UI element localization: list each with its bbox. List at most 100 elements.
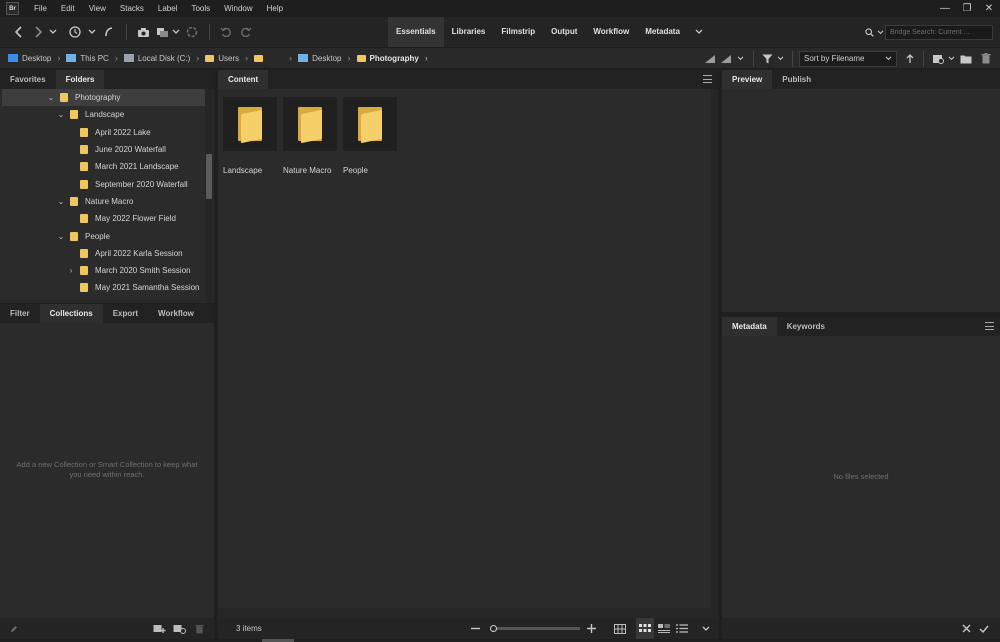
recent-clock-icon[interactable] — [64, 17, 86, 47]
menu-stacks[interactable]: Stacks — [113, 0, 151, 17]
chevron-down-icon[interactable]: ⌄ — [46, 93, 56, 102]
thumbnail-label[interactable]: Landscape — [223, 166, 262, 175]
chevron-down-icon[interactable] — [946, 48, 956, 69]
tab-keywords[interactable]: Keywords — [777, 317, 835, 336]
slider-handle[interactable] — [490, 625, 497, 632]
panel-menu-icon[interactable] — [985, 322, 994, 330]
folder-thumbnail-nature-macro[interactable] — [283, 97, 337, 151]
zoom-out-icon[interactable] — [468, 618, 482, 639]
rotate-right-icon[interactable] — [236, 17, 256, 47]
folder-thumbnail-landscape[interactable] — [223, 97, 277, 151]
tab-collections[interactable]: Collections — [39, 304, 103, 323]
tree-item[interactable]: ⌄ Landscape — [2, 106, 205, 123]
breadcrumb-local-disk[interactable]: Local Disk (C:) › — [123, 48, 205, 69]
menu-view[interactable]: View — [82, 0, 113, 17]
menu-label[interactable]: Label — [151, 0, 185, 17]
workspace-more-icon[interactable] — [688, 17, 710, 47]
tab-favorites[interactable]: Favorites — [0, 70, 56, 89]
thumbnail-label[interactable]: People — [343, 166, 368, 175]
chevron-down-icon[interactable] — [46, 17, 60, 47]
back-icon[interactable] — [8, 17, 30, 47]
workspace-output[interactable]: Output — [543, 17, 585, 47]
tab-folders[interactable]: Folders — [55, 70, 105, 89]
chevron-down-icon[interactable] — [774, 48, 786, 69]
chevron-down-icon[interactable] — [171, 17, 181, 47]
grid-lock-icon[interactable] — [612, 618, 628, 639]
workspace-filmstrip[interactable]: Filmstrip — [493, 17, 543, 47]
trash-icon[interactable] — [976, 48, 996, 69]
workspace-metadata[interactable]: Metadata — [637, 17, 688, 47]
sort-select[interactable]: Sort by Filename — [799, 50, 897, 67]
content-horizontal-scrollbar[interactable] — [218, 608, 718, 618]
chevron-down-icon[interactable] — [733, 48, 747, 69]
search-icon[interactable] — [864, 24, 875, 40]
breadcrumb-user[interactable]: › — [254, 48, 298, 69]
tab-preview[interactable]: Preview — [722, 70, 773, 89]
rotate-left-icon[interactable] — [216, 17, 236, 47]
workspace-essentials[interactable]: Essentials — [388, 17, 444, 47]
forward-icon[interactable] — [30, 17, 46, 47]
quality-icon[interactable] — [701, 48, 719, 69]
minimize-button[interactable]: — — [934, 0, 956, 17]
creative-cloud-icon[interactable] — [181, 17, 203, 47]
breadcrumb-users[interactable]: Users › — [205, 48, 254, 69]
tab-workflow[interactable]: Workflow — [148, 304, 204, 323]
panel-menu-icon[interactable] — [703, 75, 712, 83]
breadcrumb-photography[interactable]: Photography › — [356, 48, 434, 69]
tree-item[interactable]: March 2021 Landscape — [2, 158, 205, 175]
workspace-workflow[interactable]: Workflow — [585, 17, 637, 47]
breadcrumb-this-pc[interactable]: This PC › — [66, 48, 123, 69]
menu-window[interactable]: Window — [217, 0, 259, 17]
camera-icon[interactable] — [133, 17, 153, 47]
tree-item[interactable]: April 2022 Lake — [2, 124, 205, 141]
workspace-libraries[interactable]: Libraries — [444, 17, 494, 47]
apply-check-icon[interactable] — [976, 618, 992, 639]
breadcrumb-desktop[interactable]: Desktop › — [8, 48, 66, 69]
chevron-down-icon[interactable] — [698, 618, 714, 639]
open-recent-icon[interactable] — [930, 48, 946, 69]
chevron-down-icon[interactable]: ⌄ — [56, 232, 66, 241]
view-list-icon[interactable] — [674, 618, 690, 639]
zoom-in-icon[interactable] — [584, 618, 598, 639]
tree-item[interactable]: May 2021 Samantha Session — [2, 279, 205, 296]
tab-metadata[interactable]: Metadata — [722, 317, 777, 336]
chevron-right-icon[interactable]: › — [66, 266, 76, 275]
tree-vertical-scroll-thumb[interactable] — [206, 154, 212, 199]
restore-button[interactable]: ❐ — [956, 0, 978, 17]
trash-icon[interactable] — [192, 618, 206, 639]
cancel-icon[interactable] — [958, 618, 974, 639]
pencil-icon[interactable] — [8, 618, 20, 639]
tree-item[interactable]: September 2020 Waterfall — [2, 175, 205, 192]
sort-ascending-icon[interactable] — [903, 48, 917, 69]
content-vertical-scrollbar[interactable] — [710, 89, 718, 618]
tree-item[interactable]: June 2020 Waterfall — [2, 141, 205, 158]
refine-icon[interactable] — [153, 17, 171, 47]
menu-file[interactable]: File — [27, 0, 54, 17]
tree-item[interactable]: ⌄ Photography — [2, 89, 205, 107]
view-thumbnails-icon[interactable] — [636, 618, 654, 639]
tab-filter[interactable]: Filter — [0, 304, 40, 323]
boomerang-icon[interactable] — [98, 17, 120, 47]
search-input[interactable]: Bridge Search: Current ... — [885, 24, 993, 40]
view-details-icon[interactable] — [656, 618, 672, 639]
tab-publish[interactable]: Publish — [772, 70, 821, 89]
menu-tools[interactable]: Tools — [184, 0, 217, 17]
chevron-down-icon[interactable]: ⌄ — [56, 197, 66, 206]
new-folder-icon[interactable] — [956, 48, 976, 69]
chevron-down-icon[interactable]: ⌄ — [56, 110, 66, 119]
menu-edit[interactable]: Edit — [54, 0, 82, 17]
tree-item[interactable]: April 2022 Karla Session — [2, 245, 205, 262]
tab-content[interactable]: Content — [218, 70, 269, 89]
filter-icon[interactable] — [760, 48, 774, 69]
thumbnail-label[interactable]: Nature Macro — [283, 166, 331, 175]
chevron-down-icon[interactable] — [86, 17, 98, 47]
breadcrumb-desktop-folder[interactable]: Desktop › — [298, 48, 356, 69]
tab-export[interactable]: Export — [103, 304, 148, 323]
close-window-button[interactable]: ✕ — [978, 0, 1000, 17]
menu-help[interactable]: Help — [260, 0, 290, 17]
chevron-down-icon[interactable] — [875, 24, 885, 40]
tree-item[interactable]: › March 2020 Smith Session — [2, 262, 205, 279]
folder-thumbnail-people[interactable] — [343, 97, 397, 151]
new-collection-icon[interactable] — [151, 618, 167, 639]
rating-filter-icon[interactable] — [719, 48, 733, 69]
